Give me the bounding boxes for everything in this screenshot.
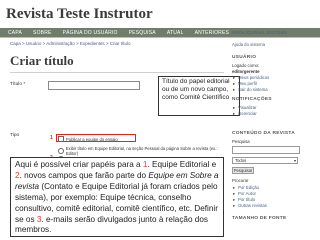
title-field-label: Título *: [10, 82, 26, 87]
highlight-box: [56, 134, 136, 142]
callout-text: . Equipe Editorial e: [147, 160, 217, 169]
browse-label: Procurar: [232, 178, 249, 183]
sidebar-link-view-notifications[interactable]: Visualizar: [233, 105, 256, 111]
help-link[interactable]: Ajuda do sistema: [232, 42, 265, 47]
username: editorgerente: [232, 69, 260, 74]
sidebar-link-my-journals[interactable]: Meus periódicos: [233, 75, 269, 81]
editorial-radio[interactable]: [58, 148, 64, 154]
browse-link-title[interactable]: Por título: [233, 197, 255, 203]
sidebar-link-my-profile[interactable]: Meu perfil: [233, 81, 257, 87]
nav-item-user-page[interactable]: PÁGINA DO USUÁRIO: [63, 30, 118, 36]
nav-item-sobre[interactable]: SOBRE: [33, 30, 52, 36]
role-option-label: Exibir título em Equipe Editorial, na se…: [65, 146, 218, 156]
sidebar-link-logout[interactable]: Sair do sistema: [233, 87, 268, 93]
nav-item-atual[interactable]: ATUAL: [167, 30, 184, 36]
callout-text: . novos campos que farão parte do: [19, 170, 149, 180]
system-title-link[interactable]: OPEN JOURNAL SYSTEMS: [232, 30, 287, 35]
nav-item-pesquisa[interactable]: PESQUISA: [129, 30, 156, 36]
search-button[interactable]: Pesquisar: [232, 167, 254, 174]
search-label: Pesquisa: [232, 139, 250, 144]
site-header: Revista Teste Instrutor: [0, 0, 320, 28]
sidebar-link-manage-notifications[interactable]: Gerenciar: [233, 111, 257, 117]
sidebar-search-input[interactable]: [232, 146, 300, 154]
role-option-editorial[interactable]: Exibir título em Equipe Editorial, na se…: [58, 146, 224, 156]
journal-title[interactable]: Revista Teste Instrutor: [6, 6, 153, 23]
notifications-header: NOTIFICAÇÕES: [232, 97, 272, 102]
browse-link-other-journals[interactable]: Outras revistas: [233, 203, 267, 209]
journal-content-header: CONTEÚDO DA REVISTA: [232, 131, 295, 136]
search-scope-select[interactable]: Todos: [232, 157, 298, 164]
callout-title-tip: Título do papel editorial ou de um novo …: [158, 76, 240, 116]
nav-item-anteriores[interactable]: ANTERIORES: [195, 30, 230, 36]
font-size-header: TAMANHO DE FONTE: [232, 216, 287, 221]
callout-text: . e-mails serão divulgados junto à relaç…: [15, 214, 208, 235]
user-section-header: USUÁRIO: [232, 55, 257, 60]
search-scope-value: Todos: [235, 158, 247, 163]
title-input[interactable]: [48, 81, 140, 90]
marker-1: 1: [50, 135, 53, 141]
browse-link-author[interactable]: Por Autor: [233, 191, 256, 197]
browse-link-issue[interactable]: Por Edição: [233, 185, 259, 191]
title-divider: [10, 72, 224, 73]
page-title: Criar título: [10, 53, 74, 68]
callout-explanation: Aqui é possível criar papéis para a 1. E…: [10, 157, 224, 237]
role-type-label: Tipo: [10, 133, 20, 138]
logged-as-label: Logado como:: [232, 63, 260, 68]
breadcrumb[interactable]: Capa > Usuário > Administração > Expedie…: [10, 41, 131, 46]
callout-text: Aqui é possível criar papéis para a: [15, 160, 143, 169]
sidebar: OPEN JOURNAL SYSTEMS Ajuda do sistema US…: [232, 30, 318, 240]
nav-item-capa[interactable]: CAPA: [8, 30, 22, 36]
